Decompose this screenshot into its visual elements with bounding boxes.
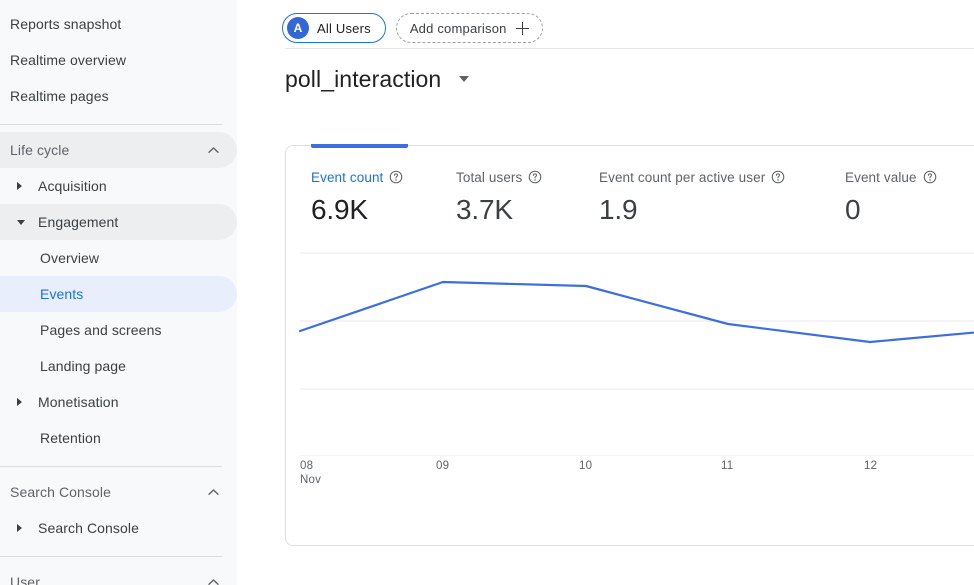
x-tick-09: 09	[436, 460, 450, 472]
sidebar-item-overview[interactable]: Overview	[0, 240, 237, 276]
caret-down-icon	[459, 76, 470, 82]
help-icon[interactable]	[389, 170, 403, 184]
page-title-dropdown[interactable]: poll_interaction	[285, 64, 470, 94]
metric-label: Total users	[456, 169, 523, 185]
sidebar-item-label: Realtime overview	[10, 52, 127, 68]
all-users-label: All Users	[317, 20, 371, 36]
x-tick-12: 12	[864, 460, 878, 472]
chevron-up-icon	[208, 487, 219, 498]
sidebar-group-life-cycle[interactable]: Life cycle	[0, 132, 237, 168]
x-axis-month: Nov	[300, 474, 322, 486]
sidebar-item-label: Events	[40, 286, 84, 302]
help-icon[interactable]	[923, 170, 937, 184]
sidebar-group-label: User	[10, 574, 40, 585]
metric-header: Event value	[845, 168, 937, 186]
add-comparison-button[interactable]: Add comparison	[395, 13, 543, 43]
sidebar-item-engagement[interactable]: Engagement	[0, 204, 237, 240]
caret-right-icon	[17, 524, 22, 532]
metric-summary-row: Event count 6.9K Total users 3.7K Event …	[286, 168, 974, 228]
metric-event-count-per-active-user[interactable]: Event count per active user 1.9	[599, 168, 785, 227]
sidebar-item-search-console[interactable]: Search Console	[0, 510, 237, 546]
sidebar-item-retention[interactable]: Retention	[0, 420, 237, 456]
series-event-count	[298, 280, 974, 344]
sidebar-item-realtime-overview[interactable]: Realtime overview	[0, 42, 237, 78]
analytics-app: Reports snapshot Realtime overview Realt…	[0, 0, 974, 585]
metric-label: Event count	[311, 169, 384, 185]
help-icon[interactable]	[528, 170, 542, 184]
sidebar-item-landing-page[interactable]: Landing page	[0, 348, 237, 384]
caret-down-icon	[17, 219, 25, 225]
event-metrics-card: Event count 6.9K Total users 3.7K Event …	[285, 144, 974, 546]
sidebar-group-label: Life cycle	[10, 142, 70, 158]
sidebar-item-label: Pages and screens	[40, 322, 162, 338]
chart-svg	[298, 252, 974, 456]
avatar: A	[287, 17, 309, 39]
metric-value: 0	[845, 194, 861, 225]
metric-header: Total users	[456, 168, 542, 186]
sidebar-item-reports-snapshot[interactable]: Reports snapshot	[0, 6, 237, 42]
metric-header: Event count per active user	[599, 168, 785, 186]
x-axis-labels: 08 Nov 09 10 11 12	[286, 459, 974, 499]
x-tick-11: 11	[721, 460, 734, 472]
caret-right-icon	[17, 182, 22, 190]
topbar: A All Users Add comparison	[237, 0, 974, 49]
help-icon[interactable]	[771, 170, 785, 184]
metric-value: 6.9K	[311, 194, 368, 225]
all-users-chip[interactable]: A All Users	[282, 13, 386, 43]
sidebar-item-label: Overview	[40, 250, 100, 266]
sidebar-group-search-console[interactable]: Search Console	[0, 474, 237, 510]
sidebar-item-monetisation[interactable]: Monetisation	[0, 384, 237, 420]
sidebar-item-pages-and-screens[interactable]: Pages and screens	[0, 312, 237, 348]
active-tab-indicator	[311, 144, 408, 148]
sidebar-item-label: Reports snapshot	[10, 16, 122, 32]
sidebar-item-realtime-pages[interactable]: Realtime pages	[0, 78, 237, 114]
metric-value: 3.7K	[456, 194, 513, 225]
metric-total-users[interactable]: Total users 3.7K	[456, 168, 542, 227]
caret-right-icon	[17, 398, 22, 406]
sidebar-item-label: Landing page	[40, 358, 127, 374]
chevron-up-icon	[208, 577, 219, 585]
add-comparison-label: Add comparison	[409, 20, 507, 36]
sidebar-item-label: Retention	[40, 430, 101, 446]
chevron-up-icon	[208, 145, 219, 156]
comparison-chips: A All Users Add comparison	[282, 13, 543, 43]
sidebar-item-events[interactable]: Events	[0, 276, 237, 312]
metric-event-value[interactable]: Event value 0	[845, 168, 937, 227]
plus-icon	[515, 21, 529, 35]
sidebar-group-label: Search Console	[10, 484, 112, 500]
topbar-divider	[285, 48, 974, 49]
x-tick-10: 10	[579, 460, 593, 472]
event-count-line-chart[interactable]: 08 Nov 09 10 11 12	[286, 241, 974, 491]
metric-event-count[interactable]: Event count 6.9K	[311, 168, 403, 227]
sidebar-item-label: Realtime pages	[10, 88, 109, 104]
sidebar-item-acquisition[interactable]: Acquisition	[0, 168, 237, 204]
metric-value: 1.9	[599, 194, 638, 225]
x-tick-08: 08 Nov	[300, 460, 322, 486]
page-title: poll_interaction	[285, 66, 442, 92]
metric-label: Event value	[845, 169, 917, 185]
metric-label: Event count per active user	[599, 169, 766, 185]
sidebar-group-user[interactable]: User	[0, 564, 237, 585]
left-sidebar: Reports snapshot Realtime overview Realt…	[0, 0, 237, 585]
main-content: A All Users Add comparison poll_interact…	[237, 0, 974, 585]
metric-header: Event count	[311, 168, 403, 186]
